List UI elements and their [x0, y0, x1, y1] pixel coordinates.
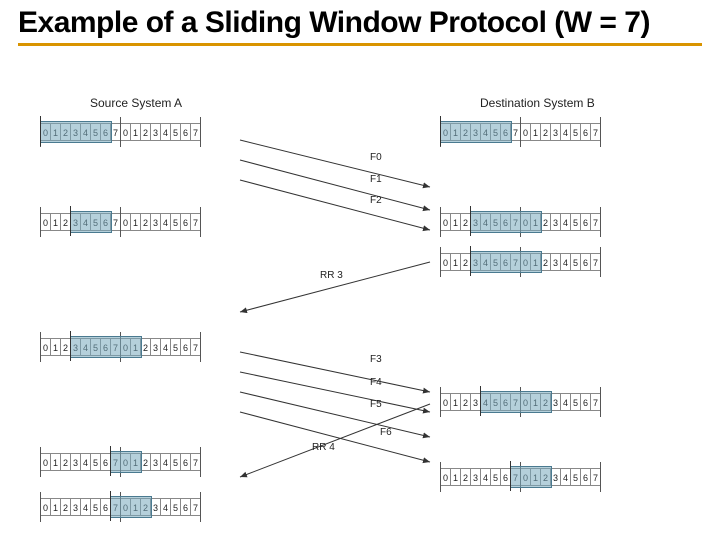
sequence-strip-A: 0123456701234567: [40, 337, 216, 357]
sequence-strip-A: 0123456701234567: [40, 212, 216, 232]
message-arrow: [240, 392, 430, 437]
sequence-strip-A: 0123456701234567: [40, 497, 216, 517]
sequence-strip-B: 0123456701234567: [440, 467, 616, 487]
message-arrow: [240, 404, 430, 477]
title-block: Example of a Sliding Window Protocol (W …: [0, 0, 720, 50]
message-label-f2: F2: [370, 195, 382, 206]
message-label-f0: F0: [370, 152, 382, 163]
sequence-strip-A: 0123456701234567: [40, 452, 216, 472]
sequence-strip-B: 0123456701234567: [440, 122, 616, 142]
label-dest-system: Destination System B: [480, 96, 595, 110]
message-label-f4: F4: [370, 377, 382, 388]
message-label-f6: F6: [380, 427, 392, 438]
pointer-bar: [440, 116, 441, 146]
message-arrow: [240, 140, 430, 187]
message-arrow: [240, 372, 430, 412]
pointer-bar: [110, 491, 111, 521]
pointer-bar: [470, 246, 471, 276]
pointer-bar: [40, 116, 41, 146]
message-arrow: [240, 160, 430, 210]
pointer-bar: [70, 331, 71, 361]
pointer-bar: [470, 206, 471, 236]
message-arrow: [240, 412, 430, 462]
title-underline: [18, 43, 702, 46]
diagram-canvas: Source System A Destination System B 012…: [0, 92, 720, 540]
pointer-bar: [480, 386, 481, 416]
message-arrow: [240, 180, 430, 230]
sequence-strip-B: 0123456701234567: [440, 252, 616, 272]
slide-title: Example of a Sliding Window Protocol (W …: [18, 6, 702, 41]
pointer-bar: [110, 446, 111, 476]
message-label-f3: F3: [370, 354, 382, 365]
message-label-f1: F1: [370, 174, 382, 185]
message-label-rr4: RR 4: [312, 442, 335, 453]
message-label-rr3: RR 3: [320, 270, 343, 281]
pointer-bar: [510, 461, 511, 491]
message-arrow: [240, 352, 430, 392]
pointer-bar: [70, 206, 71, 236]
sequence-strip-B: 0123456701234567: [440, 392, 616, 412]
label-source-system: Source System A: [90, 96, 182, 110]
sequence-strip-B: 0123456701234567: [440, 212, 616, 232]
message-label-f5: F5: [370, 399, 382, 410]
sequence-strip-A: 0123456701234567: [40, 122, 216, 142]
